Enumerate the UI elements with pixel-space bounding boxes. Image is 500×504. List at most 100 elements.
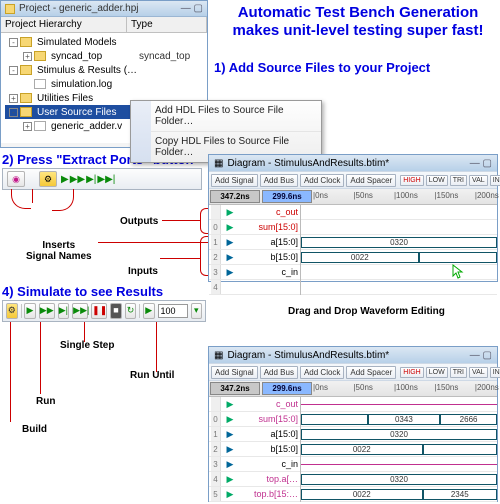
col-hierarchy[interactable]: Project Hierarchy	[1, 17, 127, 32]
play-icon[interactable]: ▶▶|	[97, 174, 115, 185]
signal-name-row[interactable]: 4▶top.a[…	[209, 472, 300, 487]
stop-button[interactable]: ■	[110, 303, 122, 319]
expand-icon[interactable]	[23, 80, 32, 89]
step-over-button[interactable]: ▶▶|	[72, 303, 88, 319]
restart-button[interactable]: ↻	[125, 303, 137, 319]
signal-lane[interactable]: 0320	[301, 472, 497, 487]
expand-icon[interactable]: -	[9, 108, 18, 117]
toolbar-button[interactable]: Add Bus	[260, 366, 298, 379]
level-button[interactable]: HIGH	[400, 367, 424, 378]
run-until-input[interactable]	[158, 304, 188, 318]
signal-lane[interactable]	[301, 265, 497, 280]
tree-item[interactable]: -Stimulus & Results (…	[5, 63, 207, 77]
toolbar-button[interactable]: Add Clock	[300, 366, 344, 379]
signal-lanes[interactable]: 0320 0022	[301, 205, 497, 295]
bus-segment[interactable]: 0320	[301, 474, 497, 485]
play-icon[interactable]: ▶	[61, 174, 69, 185]
signal-name-row[interactable]: 3▶c_in	[209, 457, 300, 472]
signal-name-row[interactable]: 2▶b[15:0]	[209, 442, 300, 457]
expand-icon[interactable]: -	[9, 38, 18, 47]
toolbar-button[interactable]: Add Clock	[300, 174, 344, 187]
toolbar-button[interactable]: Add Signal	[211, 174, 258, 187]
tree-item[interactable]: simulation.log	[5, 77, 207, 91]
level-button[interactable]: LOW	[426, 175, 448, 186]
signal-lane[interactable]: 03432666	[301, 412, 497, 427]
level-button[interactable]: HIGH	[400, 175, 424, 186]
time-cursor-b[interactable]: 299.6ns	[262, 382, 312, 395]
signal-name-row[interactable]: 5▶top.b[15:…	[209, 487, 300, 502]
run-button[interactable]: ▶	[24, 303, 36, 319]
time-cursor-b[interactable]: 299.6ns	[262, 190, 312, 203]
window-controls-icon[interactable]: — ▢	[470, 350, 492, 361]
level-button[interactable]: VAL	[469, 367, 488, 378]
signal-lane[interactable]	[301, 205, 497, 220]
bus-segment[interactable]	[423, 444, 497, 455]
context-menu-item[interactable]: Add HDL Files to Source File Folder…	[131, 101, 321, 132]
bus-segment[interactable]: 0320	[301, 237, 497, 248]
signal-name-row[interactable]: ▶c_out	[209, 397, 300, 412]
signal-name-row[interactable]: 0▶sum[15:0]	[209, 220, 300, 235]
bus-segment[interactable]: 0343	[368, 414, 441, 425]
signal-lane[interactable]: 0022	[301, 442, 497, 457]
signal-name-row[interactable]: 1▶a[15:0]	[209, 235, 300, 250]
tool-button-1[interactable]: ⚙	[39, 171, 57, 187]
signal-name-row[interactable]: 3▶c_in	[209, 265, 300, 280]
level-button[interactable]: LOW	[426, 367, 448, 378]
bus-segment[interactable]: 0022	[301, 252, 419, 263]
level-button[interactable]: TRI	[450, 367, 467, 378]
col-type[interactable]: Type	[127, 17, 207, 32]
bus-segment[interactable]: 0022	[301, 444, 423, 455]
level-button[interactable]: VAL	[469, 175, 488, 186]
signal-lanes[interactable]: 0343266603200022032000222345	[301, 397, 497, 502]
bus-segment[interactable]: 2666	[440, 414, 497, 425]
toolbar-button[interactable]: Add Signal	[211, 366, 258, 379]
time-ruler[interactable]: 347.2ns299.6ns|0ns|50ns|100ns|150ns|200n…	[209, 189, 497, 205]
level-button[interactable]: TRI	[450, 175, 467, 186]
signal-name-row[interactable]: 1▶a[15:0]	[209, 427, 300, 442]
pause-button[interactable]: ❚❚	[91, 303, 107, 319]
run-until-button[interactable]: ▶	[143, 303, 155, 319]
signal-lane[interactable]	[301, 397, 497, 412]
tree-item[interactable]: -Simulated Models	[5, 35, 207, 49]
waveform-titlebar[interactable]: ▦Diagram - StimulusAndResults.btim*— ▢	[209, 155, 497, 171]
expand-icon[interactable]: +	[9, 94, 18, 103]
project-titlebar[interactable]: Project - generic_adder.hpj — ▢	[1, 1, 207, 17]
signal-lane[interactable]: 0320	[301, 235, 497, 250]
signal-name-row[interactable]: 0▶sum[15:0]	[209, 412, 300, 427]
expand-icon[interactable]: -	[9, 66, 18, 75]
signal-lane[interactable]: 0022	[301, 250, 497, 265]
toolbar-button[interactable]: Add Spacer	[346, 174, 396, 187]
extract-ports-button[interactable]: ◉	[7, 171, 25, 187]
bus-segment[interactable]: 2345	[423, 489, 497, 500]
signal-name-row[interactable]: 4	[209, 280, 300, 295]
waveform-titlebar[interactable]: ▦Diagram - StimulusAndResults.btim*— ▢	[209, 347, 497, 363]
bus-segment[interactable]: 0022	[301, 489, 423, 500]
toolbar-button[interactable]: Add Bus	[260, 174, 298, 187]
time-ruler[interactable]: 347.2ns299.6ns|0ns|50ns|100ns|150ns|200n…	[209, 381, 497, 397]
signal-lane[interactable]	[301, 280, 497, 295]
level-button[interactable]: INVal	[490, 367, 500, 378]
window-controls-icon[interactable]: — ▢	[470, 158, 492, 169]
signal-lane[interactable]	[301, 457, 497, 472]
window-controls-icon[interactable]: — ▢	[181, 3, 203, 14]
play-icon[interactable]: ▶▶	[70, 174, 85, 185]
bus-segment[interactable]: 0320	[301, 429, 497, 440]
signal-name-row[interactable]: 2▶b[15:0]	[209, 250, 300, 265]
play-icon[interactable]: ▶|	[86, 174, 96, 185]
tree-item[interactable]: +syncad_topsyncad_top	[5, 49, 207, 63]
signal-lane[interactable]: 0320	[301, 427, 497, 442]
dropdown-button[interactable]: ▾	[191, 303, 203, 319]
expand-icon[interactable]: +	[23, 52, 32, 61]
level-button[interactable]: INVal	[490, 175, 500, 186]
signal-lane[interactable]: 00222345	[301, 487, 497, 502]
bus-segment[interactable]	[419, 252, 497, 263]
step-button[interactable]: ▶|	[58, 303, 70, 319]
signal-lane[interactable]	[301, 220, 497, 235]
time-cursor-a[interactable]: 347.2ns	[210, 382, 260, 395]
time-cursor-a[interactable]: 347.2ns	[210, 190, 260, 203]
run-fast-button[interactable]: ▶▶	[39, 303, 55, 319]
expand-icon[interactable]: +	[23, 122, 32, 131]
build-button[interactable]: ⚙	[6, 303, 18, 319]
toolbar-button[interactable]: Add Spacer	[346, 366, 396, 379]
signal-name-row[interactable]: ▶c_out	[209, 205, 300, 220]
